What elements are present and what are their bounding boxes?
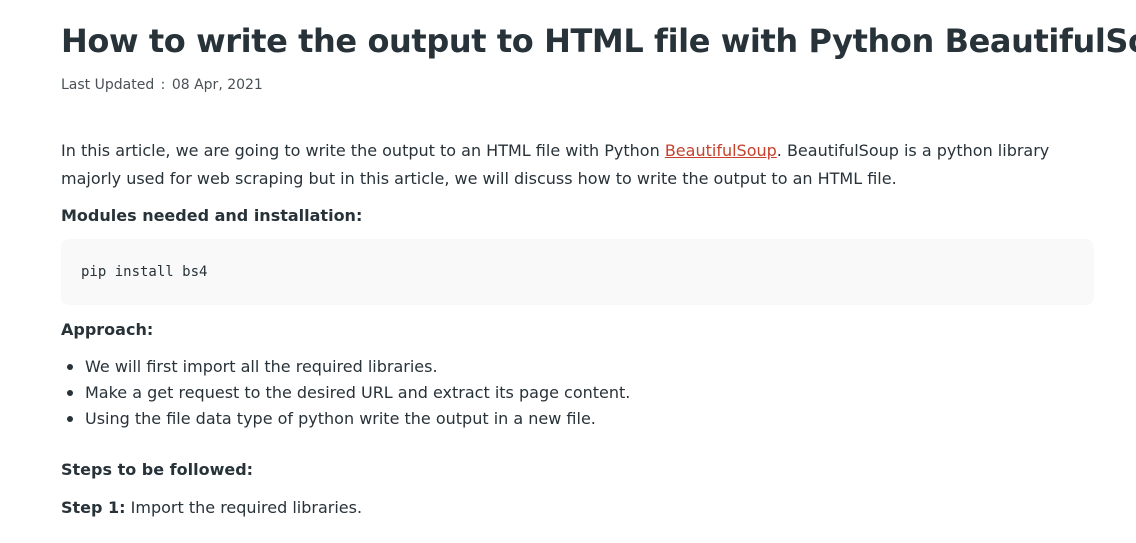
step-1: Step 1: Import the required libraries. bbox=[61, 496, 362, 520]
modules-heading: Modules needed and installation: bbox=[61, 206, 363, 225]
page: How to write the output to HTML file wit… bbox=[0, 0, 1136, 543]
approach-list: We will first import all the required li… bbox=[61, 354, 630, 432]
bullet-icon bbox=[67, 416, 73, 422]
code-block: pip install bs4 bbox=[61, 239, 1094, 305]
last-updated-date: 08 Apr, 2021 bbox=[171, 77, 263, 93]
approach-item: Make a get request to the desired URL an… bbox=[61, 380, 630, 406]
bullet-icon bbox=[67, 390, 73, 396]
intro-text-before-link: In this article, we are going to write t… bbox=[61, 141, 665, 160]
approach-item-text: Make a get request to the desired URL an… bbox=[85, 383, 631, 402]
approach-heading: Approach: bbox=[61, 320, 154, 339]
approach-item: We will first import all the required li… bbox=[61, 354, 630, 380]
bullet-icon bbox=[67, 364, 73, 370]
last-updated-separator: : bbox=[160, 77, 166, 93]
article-title: How to write the output to HTML file wit… bbox=[61, 22, 1136, 60]
code-line: pip install bs4 bbox=[81, 264, 208, 280]
intro-paragraph: In this article, we are going to write t… bbox=[61, 137, 1094, 193]
approach-item: Using the file data type of python write… bbox=[61, 406, 630, 432]
approach-item-text: We will first import all the required li… bbox=[85, 357, 438, 376]
last-updated-label: Last Updated bbox=[61, 77, 155, 93]
approach-item-text: Using the file data type of python write… bbox=[85, 409, 596, 428]
steps-heading: Steps to be followed: bbox=[61, 460, 254, 479]
step-1-label: Step 1: bbox=[61, 498, 126, 517]
beautifulsoup-link[interactable]: BeautifulSoup bbox=[665, 141, 777, 160]
step-1-text: Import the required libraries. bbox=[125, 498, 363, 517]
last-updated: Last Updated : 08 Apr, 2021 bbox=[61, 75, 263, 95]
